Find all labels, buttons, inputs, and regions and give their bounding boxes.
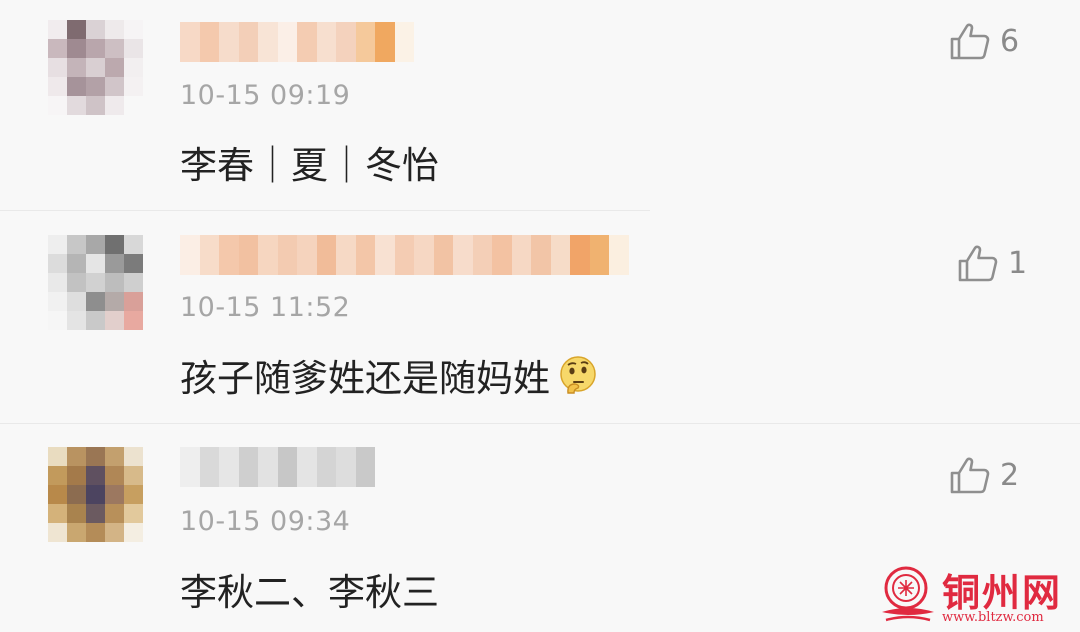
comment-text: 孩子随爹姓还是随妈姓 bbox=[180, 348, 598, 404]
thumbs-up-icon bbox=[950, 457, 990, 494]
avatar[interactable] bbox=[48, 235, 143, 330]
thumbs-up-icon bbox=[958, 245, 998, 282]
thumbs-up-icon bbox=[950, 23, 990, 60]
comment-timestamp: 10-15 09:34 bbox=[180, 506, 351, 537]
thinking-face-emoji-icon bbox=[558, 355, 598, 404]
like-button[interactable]: 6 bbox=[950, 22, 1019, 60]
comment-feed: 10-15 09:19 李春｜夏｜冬怡 6 10-15 11:52 孩子随爹姓还… bbox=[0, 0, 1080, 632]
like-count: 6 bbox=[1000, 23, 1020, 59]
watermark-title: 铜州网 bbox=[942, 570, 1063, 615]
like-button[interactable]: 1 bbox=[958, 244, 1027, 282]
watermark-url: www.bltzw.com bbox=[942, 610, 1044, 625]
avatar[interactable] bbox=[48, 447, 143, 542]
comment-text: 李秋二、李秋三 bbox=[180, 571, 439, 614]
comment-divider bbox=[0, 423, 1080, 424]
username-pixelated[interactable] bbox=[180, 22, 414, 62]
site-watermark: 铜州网 www.bltzw.com bbox=[876, 562, 1076, 628]
comment-divider bbox=[0, 210, 650, 211]
like-button[interactable]: 2 bbox=[950, 456, 1019, 494]
tongzhou-logo-icon bbox=[882, 566, 934, 622]
like-count: 1 bbox=[1008, 245, 1028, 281]
avatar[interactable] bbox=[48, 20, 143, 115]
username-pixelated[interactable] bbox=[180, 447, 375, 487]
comment-text-content: 孩子随爹姓还是随妈姓 bbox=[180, 357, 550, 400]
like-count: 2 bbox=[1000, 457, 1020, 493]
comment-text: 李春｜夏｜冬怡 bbox=[180, 144, 439, 187]
comment-timestamp: 10-15 09:19 bbox=[180, 80, 351, 111]
comment-timestamp: 10-15 11:52 bbox=[180, 292, 351, 323]
username-pixelated[interactable] bbox=[180, 235, 629, 275]
